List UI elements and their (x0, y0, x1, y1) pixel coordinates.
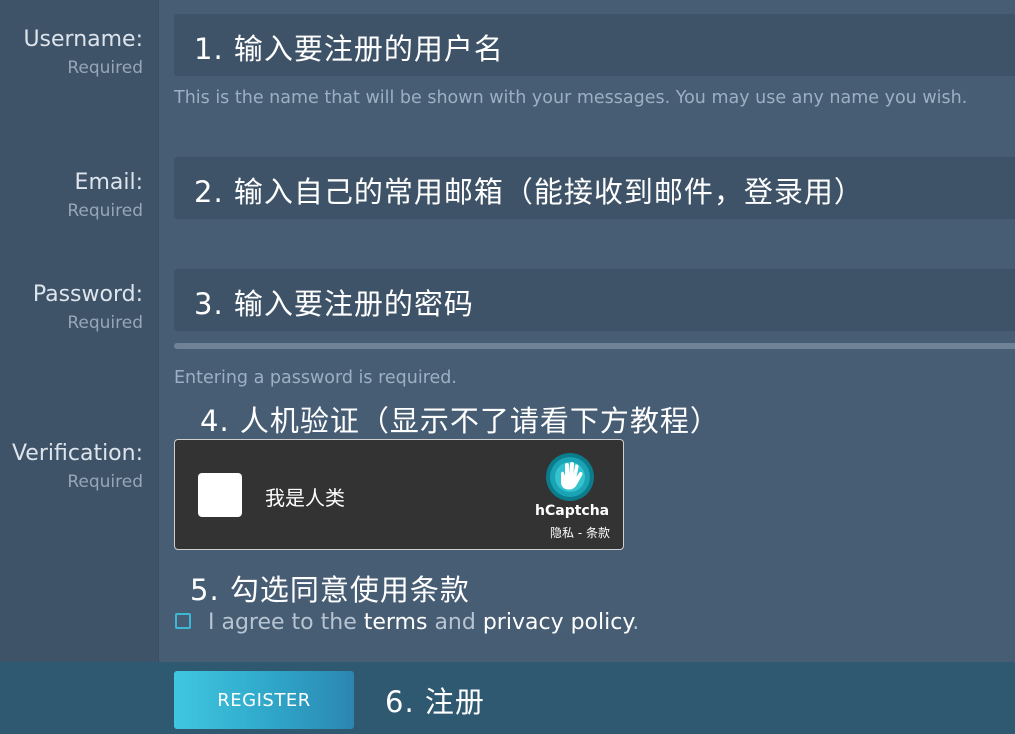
username-help-text: This is the name that will be shown with… (174, 88, 968, 108)
username-input[interactable]: 1. 输入要注册的用户名 (174, 14, 1015, 76)
captcha-checkbox-label: 我是人类 (265, 486, 345, 510)
captcha-checkbox[interactable] (198, 473, 242, 517)
email-required-hint: Required (67, 201, 143, 221)
password-label: Password: (32, 282, 143, 307)
agree-annotation: 5. 勾选同意使用条款 (190, 573, 470, 607)
agree-checkbox[interactable] (175, 613, 191, 629)
username-required-hint: Required (67, 58, 143, 78)
email-label: Email: (74, 170, 143, 195)
password-help-text: Entering a password is required. (174, 368, 457, 388)
hcaptcha-brand: hCaptcha (535, 503, 610, 519)
agree-middle: and (427, 610, 483, 635)
verification-label: Verification: (11, 441, 143, 466)
agree-text: I agree to the terms and privacy policy. (208, 610, 639, 635)
privacy-policy-link[interactable]: privacy policy (483, 610, 632, 635)
password-strength-bar (174, 343, 1015, 349)
verification-annotation: 4. 人机验证（显示不了请看下方教程） (200, 404, 720, 438)
agree-prefix: I agree to the (208, 610, 364, 635)
username-input-value: 1. 输入要注册的用户名 (194, 32, 504, 66)
email-input-value: 2. 输入自己的常用邮箱（能接收到邮件，登录用） (194, 175, 864, 209)
register-button[interactable]: REGISTER (174, 671, 354, 729)
password-input-value: 3. 输入要注册的密码 (194, 287, 474, 321)
terms-link[interactable]: terms (364, 610, 428, 635)
captcha-privacy-terms-links[interactable]: 隐私 - 条款 (550, 524, 610, 541)
hcaptcha-widget: 我是人类 hCaptcha 隐私 - 条款 (174, 439, 624, 550)
email-input[interactable]: 2. 输入自己的常用邮箱（能接收到邮件，登录用） (174, 157, 1015, 219)
password-required-hint: Required (67, 313, 143, 333)
form-footer: REGISTER 6. 注册 (0, 662, 1015, 734)
password-input[interactable]: 3. 输入要注册的密码 (174, 269, 1015, 331)
hcaptcha-hand-logo-icon (546, 453, 594, 501)
username-label: Username: (23, 27, 143, 52)
verification-required-hint: Required (67, 472, 143, 492)
agree-suffix: . (632, 610, 640, 635)
register-annotation: 6. 注册 (385, 685, 485, 719)
